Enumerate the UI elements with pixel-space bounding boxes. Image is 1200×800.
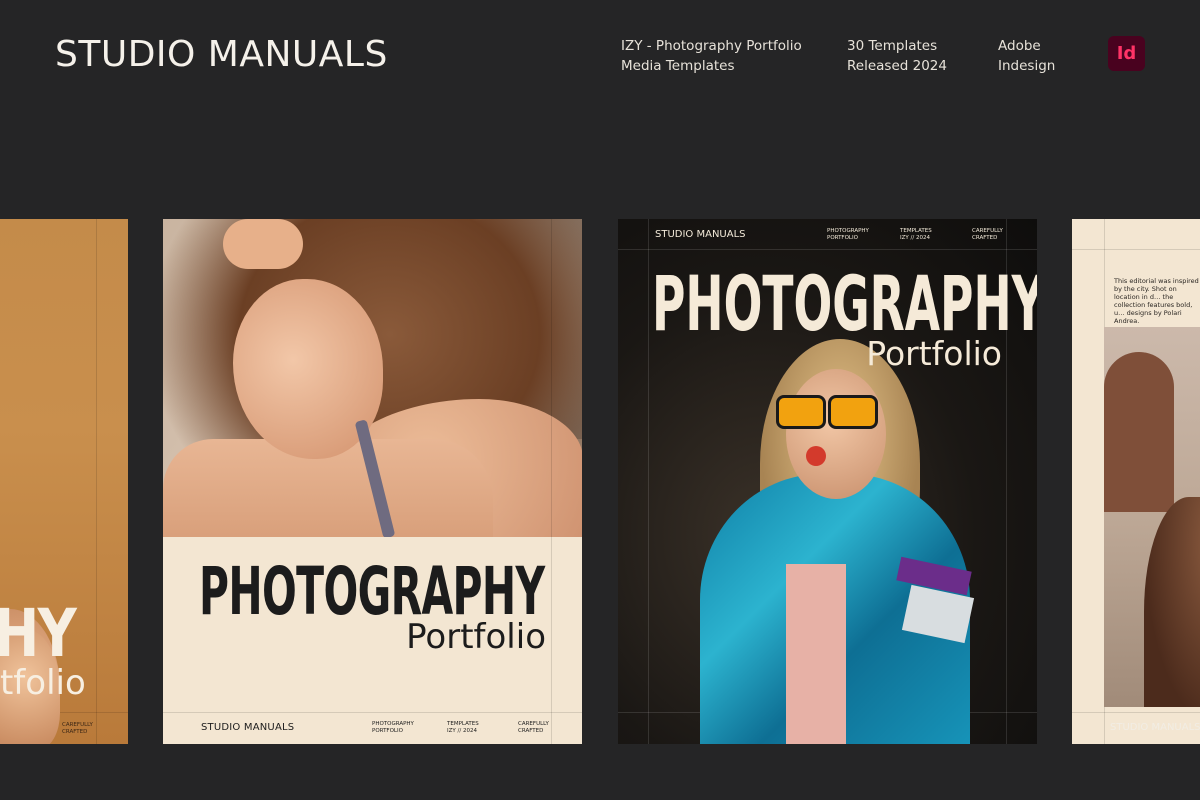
header-text: TEMPLATES	[900, 228, 932, 234]
meta-count-line1: 30 Templates	[847, 38, 938, 54]
header-brand: STUDIO MANUALS	[655, 229, 746, 240]
card-title: PHY	[0, 595, 77, 672]
footer-text: PORTFOLIO	[372, 728, 403, 734]
photo-hand	[223, 219, 303, 269]
footer-text: CRAFTED	[62, 729, 88, 735]
photo-top	[786, 564, 846, 744]
footer-brand: STUDIO MANUALS	[1110, 722, 1200, 733]
photo-arch	[1104, 352, 1174, 512]
card-footer: STUDIO MANUALS PHOTOGRAPHY PORTFOLIO TEM…	[163, 712, 582, 744]
meta-product-line1: IZY - Photography Portfolio	[621, 38, 802, 54]
meta-software-line2: Indesign	[998, 58, 1056, 74]
template-card-dark: STUDIO MANUALS PHOTOGRAPHY PORTFOLIO TEM…	[618, 219, 1037, 744]
header-text: IZY // 2024	[900, 235, 930, 241]
footer-text: CAREFULLY	[62, 722, 93, 728]
footer-column: PHOTOGRAPHY PORTFOLIO	[372, 721, 414, 735]
footer-column: CAREFULLY CRAFTED	[518, 721, 549, 735]
header-text: PORTFOLIO	[827, 235, 858, 241]
template-card-cream: PHOTOGRAPHY Portfolio STUDIO MANUALS PHO…	[163, 219, 582, 744]
template-card-left: PHY rtfolio CAREFULLY CRAFTED	[0, 219, 128, 744]
portrait-photo	[163, 219, 582, 537]
footer-brand: STUDIO MANUALS	[201, 722, 295, 733]
meta-product-line2: Media Templates	[621, 58, 735, 74]
card-body-text: This editorial was inspired by the city.…	[1114, 277, 1199, 325]
meta-product: IZY - Photography Portfolio Media Templa…	[621, 36, 802, 76]
header-text: CAREFULLY	[972, 228, 1003, 234]
header-column: CAREFULLY CRAFTED	[972, 228, 1003, 242]
footer-text: TEMPLATES	[447, 721, 479, 727]
guide-line	[1072, 712, 1200, 713]
guide-line	[1072, 249, 1200, 250]
header-text: PHOTOGRAPHY	[827, 228, 869, 234]
footer-text: IZY // 2024	[447, 728, 477, 734]
guide-line	[96, 219, 97, 744]
meta-software: Adobe Indesign	[998, 36, 1055, 76]
header-column: TEMPLATES IZY // 2024	[900, 228, 932, 242]
card-subtitle: Portfolio	[406, 617, 546, 657]
footer-text: PHOTOGRAPHY	[372, 721, 414, 727]
photo-face	[786, 369, 886, 499]
card-subtitle: Portfolio	[866, 334, 1002, 373]
photo-sunglasses	[776, 395, 878, 429]
header-text: CRAFTED	[972, 235, 998, 241]
indesign-icon: Id	[1108, 36, 1145, 71]
brand-title: STUDIO MANUALS	[55, 34, 388, 75]
meta-software-line1: Adobe	[998, 38, 1041, 54]
header-column: PHOTOGRAPHY PORTFOLIO	[827, 228, 869, 242]
guide-line	[551, 219, 552, 744]
footer-column: CAREFULLY CRAFTED	[62, 722, 93, 736]
footer-text: CAREFULLY	[518, 721, 549, 727]
card-header: STUDIO MANUALS PHOTOGRAPHY PORTFOLIO TEM…	[618, 219, 1037, 249]
footer-text: CRAFTED	[518, 728, 544, 734]
photo-lollipop	[806, 446, 826, 466]
template-card-right: This editorial was inspired by the city.…	[1072, 219, 1200, 744]
footer-column: TEMPLATES IZY // 2024	[447, 721, 479, 735]
meta-count: 30 Templates Released 2024	[847, 36, 947, 76]
photo-figure	[1144, 497, 1200, 707]
guide-line	[648, 219, 649, 744]
meta-count-line2: Released 2024	[847, 58, 947, 74]
card-subtitle: rtfolio	[0, 663, 86, 703]
guide-line	[618, 249, 1037, 250]
interior-photo	[1104, 327, 1200, 707]
